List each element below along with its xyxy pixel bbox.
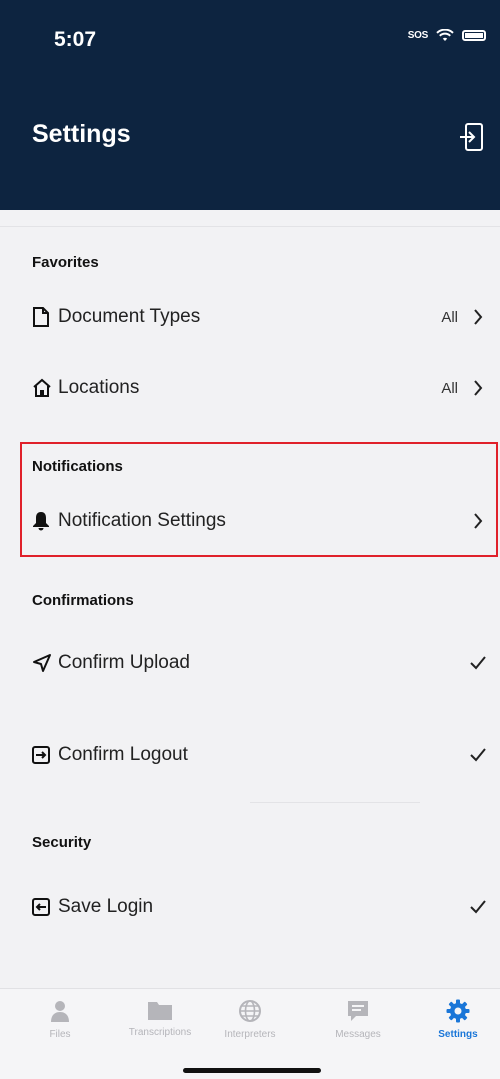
page-title: Settings: [32, 120, 131, 148]
logout-box-icon: [20, 746, 54, 764]
login-box-icon: [20, 898, 54, 916]
chevron-right-icon: [468, 380, 488, 396]
gear-icon: [446, 999, 470, 1023]
tab-messages[interactable]: Messages: [308, 999, 408, 1040]
tab-bar: Files Transcriptions Interpreters Messag…: [0, 988, 500, 1079]
chevron-right-icon: [468, 513, 488, 529]
section-title-notifications: Notifications: [32, 458, 123, 475]
document-icon: [20, 307, 54, 327]
message-icon: [348, 1001, 368, 1021]
confirm-upload-row[interactable]: Confirm Upload: [20, 634, 494, 692]
locations-value: All: [441, 379, 458, 397]
logout-icon: [460, 123, 483, 151]
battery-icon: [462, 30, 486, 41]
send-icon: [20, 653, 54, 673]
document-types-row[interactable]: Document Types All: [20, 288, 494, 346]
locations-row[interactable]: Locations All: [20, 359, 494, 417]
chevron-right-icon: [468, 309, 488, 325]
status-time: 5:07: [54, 28, 97, 51]
confirm-upload-label: Confirm Upload: [58, 652, 190, 673]
tab-settings[interactable]: Settings: [408, 999, 500, 1040]
home-icon: [20, 378, 54, 398]
settings-list: Favorites Document Types All Locations A…: [0, 210, 500, 988]
save-login-label: Save Login: [58, 896, 154, 917]
tab-files[interactable]: Files: [10, 999, 110, 1040]
save-login-row[interactable]: Save Login: [20, 878, 494, 936]
section-title-favorites: Favorites: [32, 254, 99, 271]
bell-icon: [20, 511, 54, 531]
home-indicator: [183, 1068, 321, 1073]
notification-settings-label: Notification Settings: [58, 510, 226, 531]
tab-label: Files: [49, 1029, 71, 1040]
document-types-label: Document Types: [58, 306, 201, 327]
person-icon: [51, 1001, 69, 1022]
divider: [0, 226, 500, 227]
confirm-logout-row[interactable]: Confirm Logout: [20, 726, 494, 784]
tab-label: Settings: [438, 1029, 478, 1040]
tab-label: Transcriptions: [128, 1027, 192, 1038]
checkmark-icon: [468, 656, 488, 670]
status-icons: SOS: [408, 29, 486, 42]
document-types-value: All: [441, 308, 458, 326]
checkmark-icon: [468, 900, 488, 914]
header: 5:07 SOS Settings: [0, 0, 500, 210]
globe-icon: [239, 1000, 261, 1022]
sos-indicator: SOS: [407, 30, 429, 41]
tab-transcriptions[interactable]: Transcriptions: [110, 999, 210, 1038]
tab-interpreters[interactable]: Interpreters: [200, 999, 300, 1040]
checkmark-icon: [468, 748, 488, 762]
section-title-security: Security: [32, 834, 92, 851]
notification-settings-row[interactable]: Notification Settings: [20, 492, 494, 550]
wifi-icon: [436, 29, 454, 41]
locations-label: Locations: [58, 377, 140, 398]
section-title-confirmations: Confirmations: [32, 592, 134, 609]
tab-label: Interpreters: [224, 1029, 276, 1040]
confirm-logout-label: Confirm Logout: [58, 744, 188, 765]
folder-icon: [148, 1002, 172, 1020]
tab-label: Messages: [335, 1029, 381, 1040]
logout-button[interactable]: [458, 121, 486, 153]
divider: [250, 802, 420, 803]
